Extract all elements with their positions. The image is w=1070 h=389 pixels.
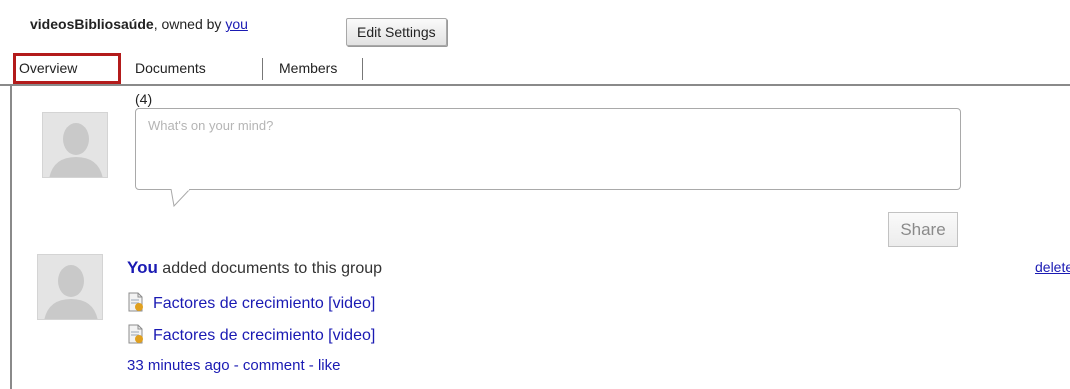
tab-overview-label: Overview (19, 60, 78, 76)
like-link[interactable]: like (318, 357, 341, 374)
tab-members-label: Members (279, 60, 338, 76)
tabs-divider (0, 84, 1070, 86)
delete-link[interactable]: delete (1035, 259, 1070, 275)
composer-tail (170, 189, 191, 207)
default-avatar-icon (38, 255, 102, 319)
tab-members[interactable]: Members (279, 53, 337, 84)
status-composer[interactable] (135, 108, 961, 190)
activity-actor[interactable]: You (127, 258, 158, 277)
document-icon (128, 292, 143, 312)
tab-overview[interactable]: Overview (13, 53, 121, 84)
timestamp: 33 minutes ago (127, 357, 230, 374)
default-avatar-icon (43, 113, 107, 177)
document-item[interactable]: Factores de crecimiento [video] (127, 324, 375, 346)
group-header: videosBibliosaúde, owned by you Edit Set… (10, 4, 1070, 54)
activity-avatar (37, 254, 103, 320)
group-name: videosBibliosaúde (30, 16, 154, 32)
edit-settings-button[interactable]: Edit Settings (346, 18, 447, 46)
content-border (10, 86, 12, 389)
document-icon (128, 324, 143, 344)
comment-link[interactable]: comment (243, 357, 305, 374)
owned-by-text: , owned by (153, 16, 226, 32)
meta-separator: - (229, 357, 243, 374)
owner-link[interactable]: you (225, 16, 248, 32)
document-item[interactable]: Factores de crecimiento [video] (127, 292, 375, 314)
activity-header: You added documents to this group (127, 258, 382, 278)
document-title[interactable]: Factores de crecimiento [video] (153, 295, 375, 312)
tab-separator (262, 58, 263, 80)
status-input[interactable] (146, 117, 933, 134)
meta-separator: - (304, 357, 318, 374)
avatar (42, 112, 108, 178)
document-title[interactable]: Factores de crecimiento [video] (153, 327, 375, 344)
group-title: videosBibliosaúde, owned by you (30, 16, 248, 32)
tab-documents[interactable]: Documents (4) (135, 53, 206, 107)
activity-meta: 33 minutes ago - comment - like (127, 357, 340, 374)
activity-action: added documents to this group (157, 260, 383, 277)
tab-separator (362, 58, 363, 80)
share-button[interactable]: Share (888, 212, 958, 247)
